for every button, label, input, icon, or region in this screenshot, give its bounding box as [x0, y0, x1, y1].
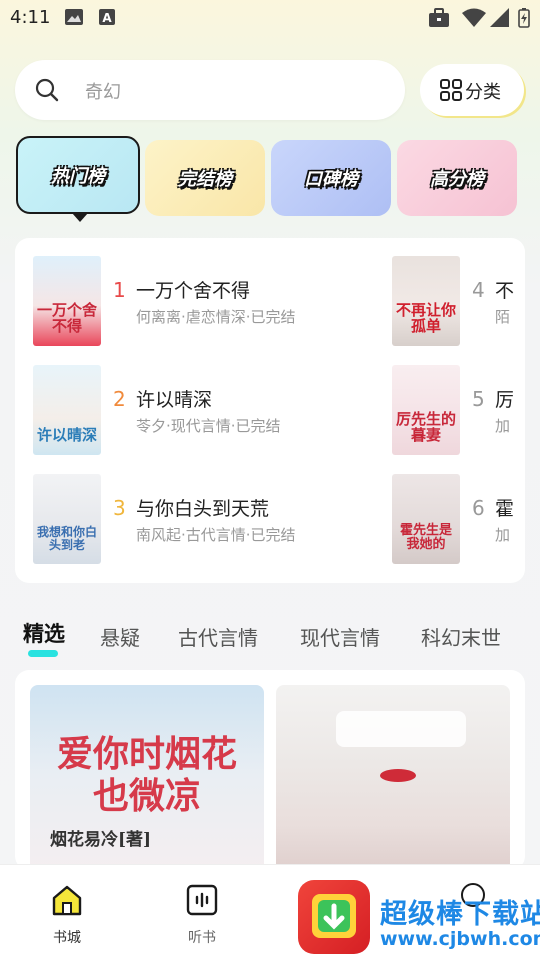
watermark-text: 超级棒下载站: [380, 899, 540, 930]
tab-reputation-rank[interactable]: 口碑榜: [271, 140, 391, 216]
book-meta: 加: [495, 417, 511, 435]
audio-icon: [186, 884, 218, 916]
grid-icon: [440, 79, 462, 105]
svg-text:A: A: [102, 11, 112, 25]
category-button[interactable]: 分类: [420, 64, 524, 116]
book-title: 霍: [495, 498, 515, 520]
book-title: 厉: [495, 389, 515, 411]
genre-tab-ancient-romance[interactable]: 古代言情: [178, 622, 258, 651]
cover-title: 不再让你孤单: [396, 301, 457, 335]
watermark-url: www.cjbwh.com: [380, 928, 540, 950]
cover-title: 厉先生的暮妻: [396, 410, 457, 444]
cover-title: 一万个舍不得: [37, 301, 98, 335]
font-app-icon: A: [98, 8, 116, 30]
tab-label: 高分榜: [430, 169, 484, 190]
nav-label: 书城: [53, 930, 81, 946]
tab-label: 完结榜: [178, 169, 232, 190]
book-title: 一万个舍不得: [136, 280, 251, 302]
featured-book-cover[interactable]: 爱你时烟花也微凉 烟花易冷[著]: [30, 685, 264, 870]
tab-completed-rank[interactable]: 完结榜: [145, 140, 265, 216]
tab-label: 口碑榜: [304, 169, 358, 190]
rank-number: 4: [472, 278, 485, 302]
status-bar: 4:11 A: [0, 0, 540, 36]
book-title: 不: [495, 280, 515, 302]
book-cover: 我想和你白头到老: [33, 474, 101, 564]
image-icon: [64, 8, 84, 30]
rank-number: 6: [472, 496, 485, 520]
search-icon: [35, 78, 59, 106]
watermark: 超级棒下载站 www.cjbwh.com: [296, 880, 540, 960]
book-meta: 何离离·虐恋情深·已完结: [136, 308, 296, 326]
cover-lips: [380, 769, 416, 782]
featured-book-title: 爱你时烟花也微凉: [56, 733, 237, 817]
genre-tabs: 精选 悬疑 古代言情 现代言情 科幻末世: [0, 610, 540, 660]
cover-title: 许以晴深: [37, 426, 98, 444]
rank-number: 3: [113, 496, 126, 520]
rank-number: 2: [113, 387, 126, 411]
active-tab-indicator: [28, 650, 58, 657]
rank-book-item[interactable]: 厉先生的暮妻 5 厉 加: [392, 365, 525, 457]
genre-tab-modern-romance[interactable]: 现代言情: [300, 622, 380, 651]
rank-book-item[interactable]: 霍先生是我她的 6 霍 加: [392, 474, 525, 566]
book-meta: 南风起·古代言情·已完结: [136, 526, 296, 544]
home-icon: [52, 885, 82, 916]
nav-audiobook[interactable]: 听书: [172, 883, 232, 947]
tab-high-score-rank[interactable]: 高分榜: [397, 140, 517, 216]
rank-number: 5: [472, 387, 485, 411]
nav-label: 听书: [188, 930, 216, 946]
book-title: 许以晴深: [136, 389, 213, 411]
book-title: 与你白头到天荒: [136, 498, 270, 520]
search-bar[interactable]: 奇幻: [15, 60, 405, 120]
genre-tab-featured[interactable]: 精选: [23, 618, 65, 648]
briefcase-icon: [428, 8, 450, 32]
featured-book-cover[interactable]: [276, 685, 510, 870]
book-meta: 加: [495, 526, 511, 544]
active-tab-pointer: [72, 213, 88, 222]
rank-book-item[interactable]: 一万个舍不得 1 一万个舍不得 何离离·虐恋情深·已完结: [33, 256, 393, 348]
genre-tab-scifi[interactable]: 科幻末世: [421, 622, 501, 651]
rank-number: 1: [113, 278, 126, 302]
book-cover: 霍先生是我她的: [392, 474, 460, 564]
featured-book-author: 烟花易冷[著]: [50, 830, 152, 850]
book-cover: 不再让你孤单: [392, 256, 460, 346]
tab-hot-rank[interactable]: 热门榜: [16, 136, 140, 222]
status-time: 4:11: [10, 7, 51, 28]
signal-icon: [490, 8, 510, 32]
battery-charging-icon: [518, 8, 530, 32]
book-cover: 许以晴深: [33, 365, 101, 455]
category-label: 分类: [465, 82, 501, 103]
book-cover: 一万个舍不得: [33, 256, 101, 346]
watermark-logo: [298, 880, 370, 954]
rank-list-card: 一万个舍不得 1 一万个舍不得 何离离·虐恋情深·已完结 许以晴深 2 许以晴深…: [15, 238, 525, 583]
genre-tab-suspense[interactable]: 悬疑: [100, 622, 140, 651]
book-meta: 苓夕·现代言情·已完结: [136, 417, 281, 435]
search-placeholder: 奇幻: [85, 82, 121, 103]
cover-title: 我想和你白头到老: [37, 525, 98, 552]
cover-blindfold: [336, 711, 466, 747]
rank-book-item[interactable]: 我想和你白头到老 3 与你白头到天荒 南风起·古代言情·已完结: [33, 474, 393, 566]
wifi-icon: [462, 8, 486, 32]
rank-book-item[interactable]: 许以晴深 2 许以晴深 苓夕·现代言情·已完结: [33, 365, 393, 457]
tab-label: 热门榜: [51, 166, 105, 187]
nav-bookstore[interactable]: 书城: [37, 883, 97, 947]
cover-title: 霍先生是我她的: [399, 523, 452, 552]
book-meta: 陌: [495, 308, 511, 326]
featured-card: 爱你时烟花也微凉 烟花易冷[著]: [15, 670, 525, 870]
rank-book-item[interactable]: 不再让你孤单 4 不 陌: [392, 256, 525, 348]
book-cover: 厉先生的暮妻: [392, 365, 460, 455]
